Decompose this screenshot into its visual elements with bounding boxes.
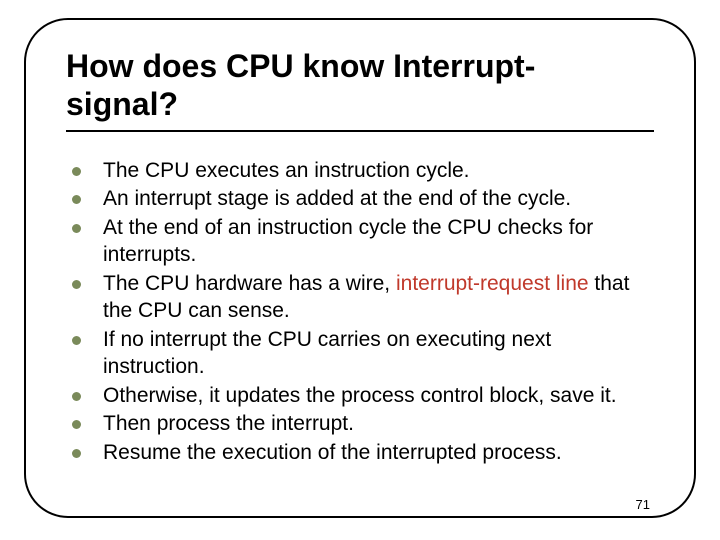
bullet-text: An interrupt stage is added at the end o… <box>103 186 654 213</box>
bullet-icon <box>72 420 81 429</box>
bullet-text: If no interrupt the CPU carries on execu… <box>103 327 654 381</box>
text-segment: An interrupt stage is added at the end o… <box>103 187 571 210</box>
bullet-icon <box>72 336 81 345</box>
bullet-text: Resume the execution of the interrupted … <box>103 440 654 467</box>
slide-frame: How does CPU know Interrupt- signal? The… <box>24 18 696 518</box>
list-item: The CPU hardware has a wire, interrupt-r… <box>72 271 654 325</box>
text-segment: Resume the execution of the interrupted … <box>103 441 562 464</box>
bullet-icon <box>72 392 81 401</box>
text-segment: At the end of an instruction cycle the C… <box>103 216 593 266</box>
text-segment: Then process the interrupt. <box>103 412 354 435</box>
list-item: At the end of an instruction cycle the C… <box>72 215 654 269</box>
bullet-list: The CPU executes an instruction cycle. A… <box>66 158 654 468</box>
list-item: Then process the interrupt. <box>72 411 654 438</box>
text-segment: The CPU hardware has a wire, <box>103 272 396 295</box>
bullet-text: Otherwise, it updates the process contro… <box>103 383 654 410</box>
text-segment: Otherwise, it updates the process contro… <box>103 384 617 407</box>
list-item: Resume the execution of the interrupted … <box>72 440 654 467</box>
list-item: Otherwise, it updates the process contro… <box>72 383 654 410</box>
slide-title: How does CPU know Interrupt- signal? <box>66 48 654 124</box>
text-segment: If no interrupt the CPU carries on execu… <box>103 328 551 378</box>
list-item: The CPU executes an instruction cycle. <box>72 158 654 185</box>
title-line-2: signal? <box>66 86 178 122</box>
bullet-text: Then process the interrupt. <box>103 411 654 438</box>
list-item: If no interrupt the CPU carries on execu… <box>72 327 654 381</box>
title-line-1: How does CPU know Interrupt- <box>66 48 535 84</box>
bullet-text: The CPU hardware has a wire, interrupt-r… <box>103 271 654 325</box>
page-number: 71 <box>636 497 650 512</box>
bullet-icon <box>72 195 81 204</box>
list-item: An interrupt stage is added at the end o… <box>72 186 654 213</box>
bullet-icon <box>72 449 81 458</box>
bullet-text: At the end of an instruction cycle the C… <box>103 215 654 269</box>
text-segment: The CPU executes an instruction cycle. <box>103 159 470 182</box>
bullet-icon <box>72 167 81 176</box>
bullet-icon <box>72 224 81 233</box>
title-rule <box>66 130 654 132</box>
bullet-text: The CPU executes an instruction cycle. <box>103 158 654 185</box>
slide: How does CPU know Interrupt- signal? The… <box>0 0 720 540</box>
bullet-icon <box>72 280 81 289</box>
highlight-segment: interrupt-request line <box>396 272 589 295</box>
